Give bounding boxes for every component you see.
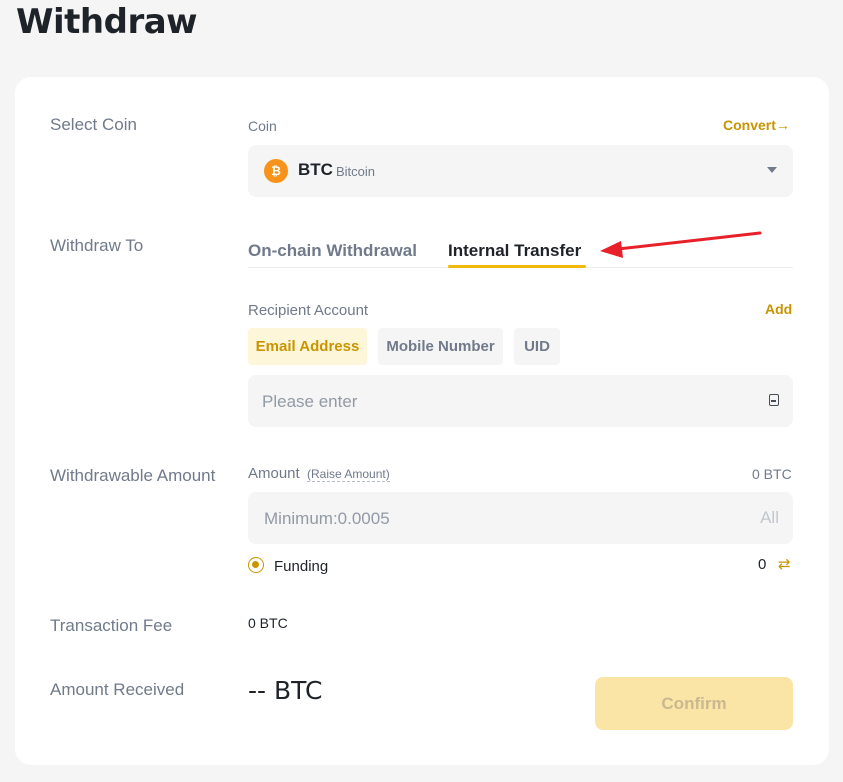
select-coin-label: Select Coin (50, 115, 137, 134)
recipient-type-mobile[interactable]: Mobile Number (378, 328, 503, 365)
raise-amount-link[interactable]: (Raise Amount) (307, 467, 390, 482)
recipient-type-email[interactable]: Email Address (248, 328, 367, 365)
funding-balance: 0 (758, 556, 767, 573)
chevron-down-icon (767, 167, 777, 173)
confirm-button[interactable]: Confirm (595, 677, 793, 730)
amount-received-value: -- BTC (248, 676, 323, 705)
radio-selected-icon[interactable] (248, 557, 264, 573)
convert-link[interactable]: Convert→ (723, 117, 790, 133)
coin-symbol: BTC (298, 160, 333, 179)
recipient-account-label: Recipient Account (248, 302, 369, 319)
withdraw-form-card: Select Coin Coin Convert→ ₿ BTC Bitcoin … (15, 77, 829, 765)
tab-on-chain-withdrawal[interactable]: On-chain Withdrawal (248, 241, 417, 261)
withdrawable-amount-label: Withdrawable Amount (50, 466, 216, 485)
recipient-type-uid[interactable]: UID (514, 328, 560, 365)
paste-icon[interactable] (769, 394, 779, 406)
bitcoin-icon: ₿ (264, 159, 288, 183)
amount-received-label: Amount Received (50, 680, 185, 699)
coin-field-label: Coin (248, 118, 277, 134)
tab-internal-transfer[interactable]: Internal Transfer (448, 241, 581, 261)
convert-link-label: Convert (723, 117, 776, 133)
recipient-input-box (248, 375, 793, 429)
all-button[interactable]: All (760, 508, 779, 528)
page-title: Withdraw (16, 2, 198, 42)
transaction-fee-label: Transaction Fee (50, 616, 173, 635)
transaction-fee-value: 0 BTC (248, 615, 288, 631)
amount-input-box: All (248, 492, 793, 546)
coin-select-dropdown[interactable]: ₿ BTC Bitcoin (248, 145, 793, 197)
withdraw-to-label: Withdraw To (50, 236, 144, 255)
add-recipient-link[interactable]: Add (765, 301, 792, 317)
coin-name: Bitcoin (336, 164, 376, 179)
amount-input[interactable] (262, 492, 746, 546)
funding-account-label: Funding (274, 558, 329, 575)
swap-icon[interactable]: ⇄ (778, 555, 791, 573)
active-tab-indicator (448, 265, 586, 268)
recipient-input[interactable] (260, 375, 754, 429)
available-balance: 0 BTC (752, 466, 792, 482)
arrow-right-icon: → (775, 117, 790, 133)
amount-label: Amount (248, 465, 300, 482)
